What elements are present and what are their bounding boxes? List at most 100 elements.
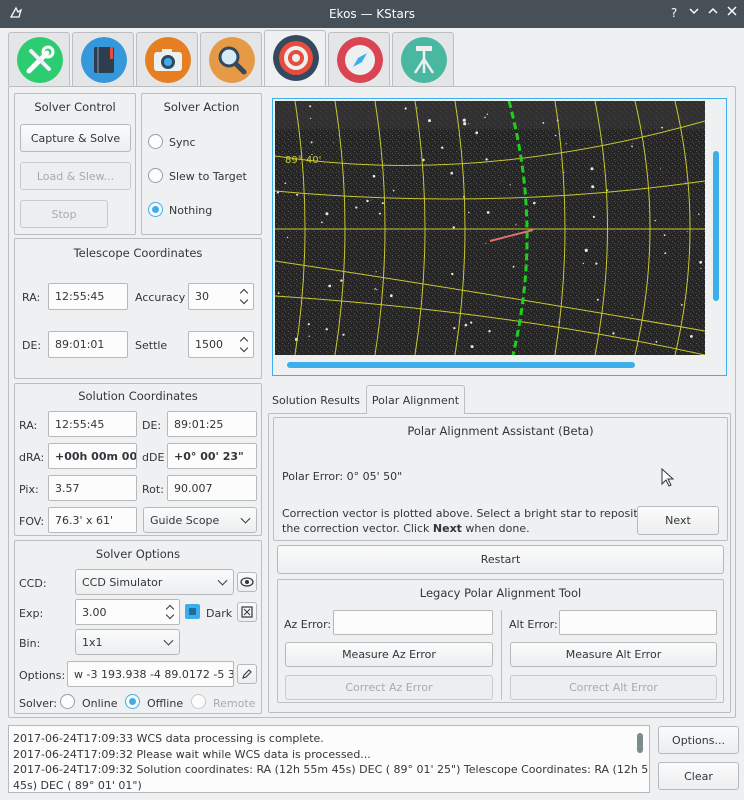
frame-settings-button[interactable]	[237, 602, 257, 622]
scope-combo[interactable]: Guide Scope	[143, 507, 257, 533]
telescope-coordinates-group: Telescope Coordinates RA: 12:55:45 Accur…	[14, 238, 262, 379]
star	[631, 143, 633, 145]
correct-alt-button[interactable]: Correct Alt Error	[510, 675, 717, 700]
star	[475, 131, 479, 135]
star	[486, 113, 489, 115]
star	[700, 267, 702, 269]
slew-radio[interactable]	[148, 168, 163, 183]
star	[698, 213, 700, 215]
capture-solve-button[interactable]: Capture & Solve	[20, 124, 131, 152]
spin-down-icon[interactable]	[239, 343, 249, 353]
sol-de-field[interactable]: 89:01:25	[167, 411, 257, 437]
polar-alignment-panel: Polar Alignment Assistant (Beta) Polar E…	[268, 413, 731, 713]
accuracy-label: Accuracy	[135, 291, 186, 304]
settle-label: Settle	[135, 339, 168, 352]
bin-combo[interactable]: 1x1	[75, 629, 180, 655]
help-button[interactable]: ?	[666, 5, 682, 21]
close-button[interactable]	[724, 5, 740, 21]
polar-error-label: Polar Error: 0° 05' 50"	[282, 470, 403, 483]
measure-az-button[interactable]: Measure Az Error	[285, 642, 493, 667]
pencil-icon	[242, 669, 252, 679]
load-slew-button[interactable]: Load & Slew...	[20, 162, 131, 190]
star	[596, 298, 599, 301]
minimize-button[interactable]	[686, 5, 702, 21]
star	[470, 321, 473, 324]
star	[488, 330, 491, 333]
az-error-field[interactable]	[333, 610, 493, 635]
fov-field[interactable]: 76.3' x 61'	[48, 507, 137, 533]
clear-log-button[interactable]: Clear	[658, 762, 739, 790]
pix-field[interactable]: 3.57	[48, 475, 137, 501]
alt-error-field[interactable]	[559, 610, 717, 635]
spin-down-icon[interactable]	[165, 610, 175, 620]
tab-solution-results[interactable]: Solution Results	[268, 387, 364, 413]
star	[468, 211, 470, 214]
tel-de-field[interactable]: 89:01:01	[48, 331, 128, 358]
dark-checkbox[interactable]	[185, 604, 200, 619]
mount-tab[interactable]	[328, 32, 390, 86]
align-tab[interactable]	[264, 30, 326, 87]
sol-de-label: DE:	[142, 419, 162, 432]
maximize-button[interactable]	[705, 5, 721, 21]
star	[612, 332, 615, 335]
star	[542, 122, 545, 124]
tel-de-label: DE:	[22, 339, 42, 352]
vertical-scrollbar[interactable]	[713, 151, 719, 301]
module-tabs	[8, 30, 736, 87]
nothing-radio[interactable]	[148, 202, 163, 217]
slew-label: Slew to Target	[169, 170, 247, 183]
setup-tab[interactable]	[8, 32, 70, 86]
tab-polar-alignment[interactable]: Polar Alignment	[366, 385, 465, 414]
tel-ra-field[interactable]: 12:55:45	[48, 283, 128, 310]
image-view[interactable]: 89° 40'	[272, 98, 727, 376]
edit-options-button[interactable]	[237, 664, 257, 684]
remote-radio[interactable]	[191, 694, 206, 709]
dra-field[interactable]: +00h 00m 00s	[48, 443, 137, 469]
scheduler-tab[interactable]	[72, 32, 134, 86]
rot-field[interactable]: 90.007	[167, 475, 257, 501]
chevron-down-icon	[689, 8, 699, 15]
star	[328, 284, 332, 288]
sync-radio[interactable]	[148, 134, 163, 149]
solver-action-group: Solver Action Sync Slew to Target Nothin…	[141, 93, 262, 235]
legacy-polar-title: Legacy Polar Alignment Tool	[419, 586, 582, 600]
stop-button[interactable]: Stop	[20, 200, 108, 228]
restart-button[interactable]: Restart	[277, 545, 724, 574]
measure-alt-button[interactable]: Measure Alt Error	[510, 642, 717, 667]
log-view[interactable]: 2017-06-24T17:09:33 WCS data processing …	[8, 725, 650, 793]
settle-spinbox[interactable]: 1500	[188, 331, 254, 358]
star	[690, 335, 693, 338]
online-label: Online	[82, 697, 118, 710]
star	[654, 219, 656, 222]
sol-ra-field[interactable]: 12:55:45	[48, 411, 137, 437]
star	[325, 212, 329, 216]
star	[595, 262, 598, 265]
sky-image[interactable]: 89° 40'	[275, 101, 705, 355]
star	[555, 134, 557, 137]
options-field[interactable]: w -3 193.938 -4 89.0172 -5 30	[67, 661, 234, 687]
star	[631, 145, 633, 148]
ccd-view-button[interactable]	[237, 572, 257, 592]
online-radio[interactable]	[60, 694, 75, 709]
solver-control-title: Solver Control	[34, 100, 116, 114]
solution-coordinates-title: Solution Coordinates	[78, 389, 198, 403]
capture-tab[interactable]	[136, 32, 198, 86]
offline-radio[interactable]	[125, 694, 140, 709]
star	[374, 288, 376, 290]
correct-az-button[interactable]: Correct Az Error	[285, 675, 493, 700]
log-scrollbar[interactable]	[637, 733, 643, 753]
spin-down-icon[interactable]	[239, 295, 249, 305]
ccd-combo[interactable]: CCD Simulator	[75, 569, 234, 595]
next-button[interactable]: Next	[637, 506, 719, 535]
exp-spinbox[interactable]: 3.00	[75, 599, 180, 625]
guide-tab[interactable]	[392, 32, 454, 86]
dde-field[interactable]: +0° 00' 23"	[167, 443, 257, 469]
log-options-button[interactable]: Options...	[658, 726, 739, 754]
focus-tab[interactable]	[200, 32, 262, 86]
accuracy-spinbox[interactable]: 30	[188, 283, 254, 310]
horizontal-scrollbar[interactable]	[287, 362, 635, 368]
camera-icon	[145, 37, 191, 83]
star	[307, 323, 310, 326]
solver-label: Solver:	[19, 697, 58, 710]
accuracy-value: 30	[195, 290, 209, 303]
